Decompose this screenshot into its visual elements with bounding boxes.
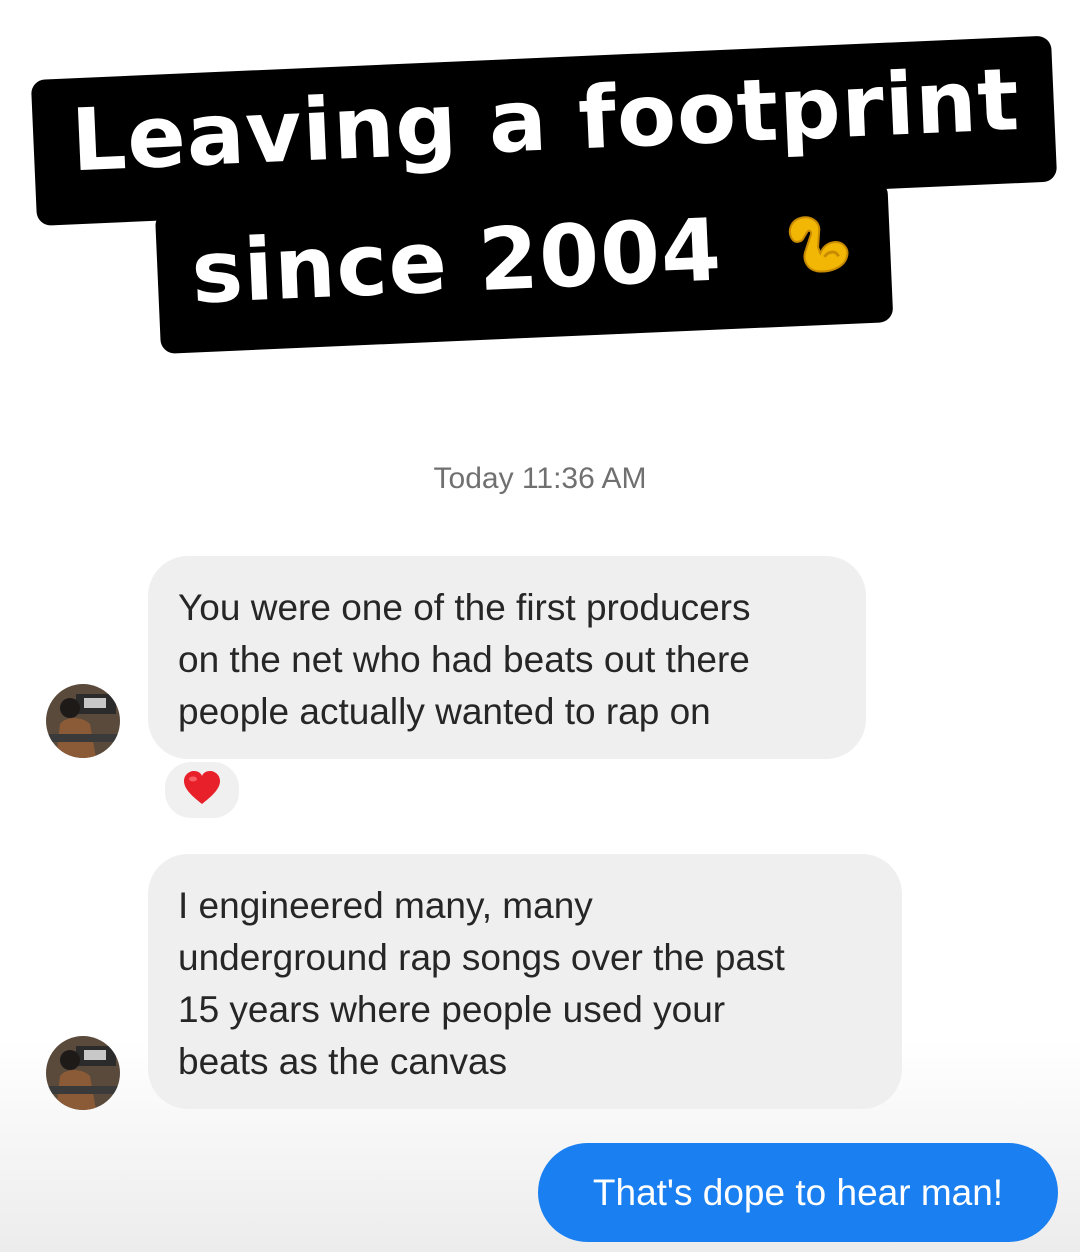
message-bubble[interactable]: You were one of the first producers on t… [148,556,866,759]
message-text-line: beats as the canvas [178,1041,508,1082]
outgoing-message-text: That's dope to hear man! [592,1171,1004,1213]
sender-avatar[interactable] [46,684,120,758]
flexed-biceps-icon [778,195,857,308]
message-text-line: I engineered many, many [178,885,593,926]
outgoing-message-bubble[interactable]: That's dope to hear man! [538,1143,1058,1242]
reaction-badge[interactable] [163,760,241,820]
message-text-line: people actually wanted to rap on [178,691,711,732]
message-text-line: You were one of the first producers [178,587,751,628]
caption-text-2: since 2004 [189,200,724,324]
message-text-line: 15 years where people used your [178,989,726,1030]
heart-icon [182,770,222,811]
message-bubble[interactable]: I engineered many, many underground rap … [148,854,902,1109]
message-text-line: on the net who had beats out there [178,639,750,680]
sender-avatar[interactable] [46,1036,120,1110]
message-text-line: underground rap songs over the past [178,937,785,978]
caption-text-1: Leaving a footprint [69,50,1022,192]
message-timestamp: Today 11:36 AM [433,462,647,495]
